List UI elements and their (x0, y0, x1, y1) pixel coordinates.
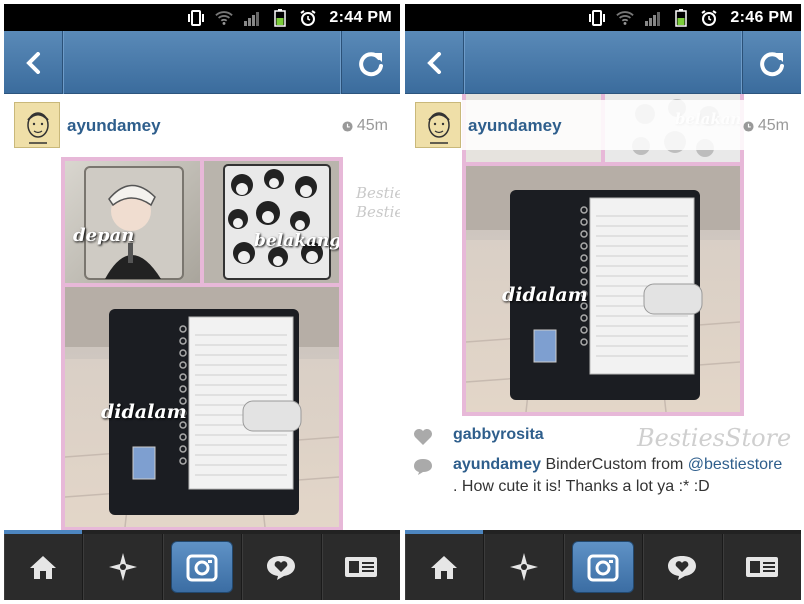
wifi-icon (215, 9, 234, 27)
refresh-icon (760, 51, 784, 76)
tab-news[interactable] (242, 534, 322, 600)
phone-screen-left: 2:44 PM ayundamey 45m depan belakang did… (4, 4, 400, 600)
navigation-bar (405, 31, 801, 94)
post-header: ayundamey 45m (405, 100, 801, 150)
explore-icon (509, 553, 538, 581)
post-username[interactable]: ayundamey (67, 116, 161, 136)
refresh-button[interactable] (742, 31, 801, 94)
photo-tile-inside: didalam (466, 166, 740, 412)
battery-icon (672, 8, 690, 27)
status-time: 2:44 PM (329, 8, 392, 26)
screenshot-root: 2:44 PM ayundamey 45m depan belakang did… (0, 0, 804, 604)
avatar[interactable] (14, 102, 60, 148)
photo-tile-back: belakang (204, 161, 339, 283)
camera-button[interactable] (572, 541, 635, 593)
status-bar: 2:44 PM (4, 4, 400, 31)
post-photo[interactable]: depan belakang didalam (61, 157, 343, 531)
battery-icon (271, 8, 289, 27)
alarm-icon (299, 9, 317, 27)
camera-icon (186, 554, 218, 582)
clock-icon (743, 120, 754, 132)
alarm-icon (700, 9, 718, 27)
profile-icon (745, 557, 778, 577)
post-username[interactable]: ayundamey (468, 116, 562, 136)
time-ago-text: 45m (757, 117, 789, 134)
caption-part: . How cute it is! Thanks a lot ya :* :D (453, 478, 710, 495)
news-icon (267, 556, 296, 580)
caption-mention[interactable]: @bestiestore (688, 456, 783, 473)
signal-icon (644, 9, 662, 27)
watermark-line: BestiesStore (356, 203, 400, 221)
back-button[interactable] (405, 31, 464, 94)
post-time: 45m (342, 117, 388, 135)
refresh-icon (359, 51, 383, 76)
wifi-icon (616, 9, 635, 27)
back-arrow-icon (427, 51, 441, 74)
tab-explore[interactable] (484, 534, 564, 600)
watermark-text: BestiesStore BestiesStore (356, 184, 400, 222)
camera-button[interactable] (171, 541, 234, 593)
news-icon (668, 556, 697, 580)
home-icon (431, 556, 458, 579)
tab-bar (4, 530, 400, 600)
caption-text: ayundamey BinderCustom from @bestiestore… (453, 454, 791, 498)
back-button[interactable] (4, 31, 63, 94)
like-username[interactable]: gabbyrosita (453, 426, 544, 443)
camera-icon (587, 554, 619, 582)
caption-row: ayundamey BinderCustom from @bestiestore… (413, 454, 791, 498)
tab-news[interactable] (643, 534, 723, 600)
tab-explore[interactable] (83, 534, 163, 600)
label-front: depan (73, 225, 135, 246)
caption-part: BinderCustom from (541, 456, 688, 473)
status-time: 2:46 PM (730, 8, 793, 26)
explore-icon (108, 553, 137, 581)
tab-bar (405, 530, 801, 600)
vibrate-icon (187, 9, 205, 27)
heart-icon (414, 429, 432, 445)
tab-home[interactable] (405, 530, 485, 600)
back-arrow-icon (26, 51, 40, 74)
clock-icon (342, 120, 353, 132)
label-inside: didalam (502, 284, 588, 306)
photo-tile-inside: didalam (65, 287, 339, 527)
phone-screen-right: 2:46 PM belakang (405, 4, 801, 600)
watermark-line: BestiesStore (356, 184, 400, 202)
status-bar: 2:46 PM (405, 4, 801, 31)
label-inside: didalam (101, 401, 187, 423)
comment-icon (414, 459, 432, 475)
tab-profile[interactable] (723, 534, 801, 600)
vibrate-icon (588, 9, 606, 27)
tab-camera[interactable] (163, 534, 243, 600)
home-icon (30, 556, 57, 579)
profile-icon (344, 557, 377, 577)
likes-row: gabbyrosita (413, 424, 791, 446)
label-back: belakang (254, 231, 339, 251)
signal-icon (243, 9, 261, 27)
photo-tile-front: depan (65, 161, 200, 283)
post-time: 45m (743, 117, 789, 135)
navigation-bar (4, 31, 400, 94)
caption-username[interactable]: ayundamey (453, 456, 541, 473)
tab-camera[interactable] (564, 534, 644, 600)
tab-home[interactable] (4, 530, 84, 600)
avatar[interactable] (415, 102, 461, 148)
refresh-button[interactable] (341, 31, 400, 94)
tab-profile[interactable] (322, 534, 400, 600)
time-ago-text: 45m (356, 117, 388, 134)
post-header: ayundamey 45m (4, 102, 400, 150)
